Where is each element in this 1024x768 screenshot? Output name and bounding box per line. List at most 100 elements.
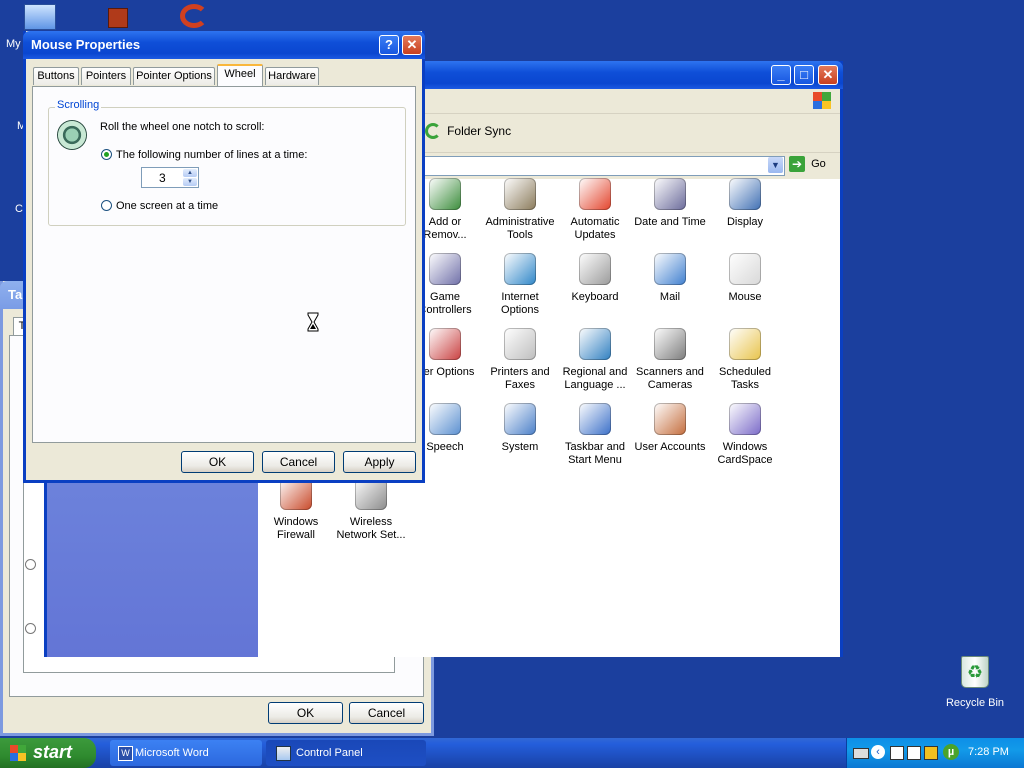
background-ok-button[interactable]: OK <box>268 702 343 724</box>
mouse-icon <box>729 253 761 285</box>
ok-button[interactable]: OK <box>181 451 254 473</box>
control-panel-item[interactable]: Internet Options <box>482 253 558 317</box>
cardspace-icon <box>729 403 761 435</box>
taskbar-icon <box>579 403 611 435</box>
close-button[interactable]: ✕ <box>818 65 838 85</box>
desktop-icon-label: My <box>6 38 21 50</box>
minimize-button[interactable]: _ <box>771 65 791 85</box>
start-label: start <box>33 742 73 762</box>
control-panel-item[interactable]: Scanners and Cameras <box>632 328 708 392</box>
control-panel-item-label: Windows CardSpace <box>717 441 773 466</box>
go-arrow-icon: ➔ <box>789 156 805 172</box>
control-panel-item[interactable]: Mouse <box>707 253 783 304</box>
sync-icon <box>425 123 441 139</box>
folder-sync-button[interactable]: Folder Sync <box>425 123 511 145</box>
windows-logo-icon <box>813 92 831 109</box>
screen-radio-label[interactable]: One screen at a time <box>116 200 218 212</box>
control-panel-item-label: Windows Firewall <box>273 516 319 541</box>
desktop-app-icon[interactable] <box>180 4 208 28</box>
control-panel-item[interactable]: System <box>482 403 558 454</box>
desktop-app-icon[interactable] <box>108 8 128 28</box>
globe-icon <box>579 328 611 360</box>
lines-radio[interactable] <box>101 149 112 160</box>
control-panel-item[interactable]: Date and Time <box>632 178 708 229</box>
control-panel-item-label: Scheduled Tasks <box>719 366 771 391</box>
lines-value[interactable]: 3 <box>159 171 166 185</box>
spin-down-button[interactable]: ▼ <box>183 178 197 186</box>
control-panel-item-label: Keyboard <box>571 291 619 303</box>
control-panel-item-label: Printers and Faxes <box>490 366 550 391</box>
tab-pointer-options[interactable]: Pointer Options <box>133 67 215 85</box>
mail-icon <box>654 253 686 285</box>
spin-up-button[interactable]: ▲ <box>183 169 197 177</box>
radio-button[interactable] <box>25 623 36 634</box>
power-options-icon <box>429 328 461 360</box>
control-panel-item[interactable]: Display <box>707 178 783 229</box>
globe-icon <box>504 253 536 285</box>
desktop-icon-recycle-bin[interactable]: ♻ Recycle Bin <box>940 656 1010 712</box>
tray-app-icon[interactable] <box>924 746 938 760</box>
speech-icon <box>429 403 461 435</box>
system-icon <box>504 403 536 435</box>
control-panel-item[interactable]: Scheduled Tasks <box>707 328 783 392</box>
tab-wheel[interactable]: Wheel <box>217 64 263 86</box>
my-computer-icon <box>24 4 56 30</box>
control-panel-item[interactable]: Windows CardSpace <box>707 403 783 467</box>
control-panel-item[interactable]: Regional and Language ... <box>557 328 633 392</box>
background-dialog-title: Ta <box>8 287 23 302</box>
control-panel-item[interactable]: User Accounts <box>632 403 708 454</box>
tab-pointers[interactable]: Pointers <box>81 67 131 85</box>
close-button[interactable]: ✕ <box>402 35 422 55</box>
control-panel-item[interactable]: Automatic Updates <box>557 178 633 242</box>
windows-logo-icon <box>579 178 611 210</box>
control-panel-item-label: User Accounts <box>634 441 706 453</box>
tab-hardware[interactable]: Hardware <box>265 67 319 85</box>
control-panel-item-label: Mouse <box>728 291 762 303</box>
lines-radio-label[interactable]: The following number of lines at a time: <box>116 149 307 161</box>
address-dropdown-button[interactable]: ▼ <box>768 157 783 173</box>
control-panel-item-label: Administrative Tools <box>485 216 555 241</box>
roll-instruction: Roll the wheel one notch to scroll: <box>100 121 265 133</box>
apply-button[interactable]: Apply <box>343 451 416 473</box>
taskbar-item-control-panel[interactable]: Control Panel <box>266 740 426 766</box>
cancel-button[interactable]: Cancel <box>262 451 335 473</box>
clock[interactable]: 7:28 PM <box>968 746 1009 758</box>
show-hidden-icons-button[interactable]: ‹ <box>871 745 885 759</box>
tab-buttons[interactable]: Buttons <box>33 67 79 85</box>
recycle-bin-icon: ♻ <box>961 656 989 688</box>
tray-app-icon[interactable] <box>907 746 921 760</box>
control-panel-item-label: Scanners and Cameras <box>636 366 704 391</box>
lines-spinbox[interactable]: 3 ▲ ▼ <box>141 167 199 188</box>
system-tray: ‹ µ 7:28 PM <box>846 738 1024 768</box>
maximize-button[interactable]: □ <box>794 65 814 85</box>
control-panel-item[interactable]: Keyboard <box>557 253 633 304</box>
taskbar-item-word[interactable]: W Microsoft Word <box>110 740 262 766</box>
keyboard-tray-icon[interactable] <box>853 748 869 759</box>
control-panel-item-label: Wireless Network Set... <box>336 516 406 541</box>
mouse-properties-window: Mouse Properties ? ✕ Buttons Pointers Po… <box>23 31 425 483</box>
control-panel-item[interactable]: Printers and Faxes <box>482 328 558 392</box>
screen-radio[interactable] <box>101 200 112 211</box>
scanner-icon <box>654 328 686 360</box>
control-panel-item[interactable]: Taskbar and Start Menu <box>557 403 633 467</box>
control-panel-item[interactable]: Mail <box>632 253 708 304</box>
windows-flag-icon <box>10 745 26 761</box>
desktop-icon-label: C <box>15 203 23 215</box>
control-panel-item-label: Regional and Language ... <box>562 366 628 391</box>
go-button[interactable]: ➔ Go <box>789 156 826 176</box>
start-button[interactable]: start <box>0 738 96 768</box>
control-panel-item[interactable]: Windows Firewall <box>258 478 334 542</box>
background-cancel-button[interactable]: Cancel <box>349 702 424 724</box>
control-panel-item[interactable]: Wireless Network Set... <box>333 478 409 542</box>
tray-app-icon[interactable] <box>890 746 904 760</box>
add-remove-programs-icon <box>429 178 461 210</box>
utorrent-icon[interactable]: µ <box>943 744 959 760</box>
radio-button[interactable] <box>25 559 36 570</box>
display-icon <box>729 178 761 210</box>
taskbar-item-label: Control Panel <box>296 747 363 759</box>
control-panel-item-label: Internet Options <box>501 291 539 316</box>
help-button[interactable]: ? <box>379 35 399 55</box>
control-panel-item[interactable]: Administrative Tools <box>482 178 558 242</box>
word-icon: W <box>118 746 133 761</box>
keyboard-icon <box>579 253 611 285</box>
